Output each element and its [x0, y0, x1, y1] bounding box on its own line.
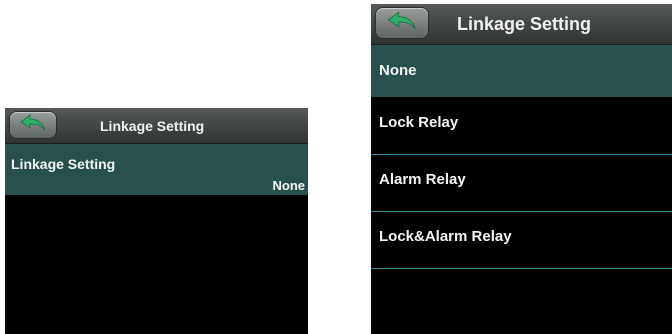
linkage-options-screen: Linkage Setting None Lock Relay Alarm Re…	[371, 4, 672, 334]
back-arrow-icon	[20, 113, 46, 137]
option-label: Lock Relay	[379, 114, 459, 131]
option-alarm-relay[interactable]: Alarm Relay	[371, 155, 672, 211]
option-label: None	[379, 62, 417, 79]
option-lock-alarm-relay[interactable]: Lock&Alarm Relay	[371, 212, 672, 268]
option-label: Lock&Alarm Relay	[379, 228, 512, 245]
option-none[interactable]: None	[371, 45, 672, 97]
setting-value: None	[272, 178, 306, 193]
header-title: Linkage Setting	[457, 13, 592, 34]
option-lock-relay[interactable]: Lock Relay	[371, 98, 672, 154]
option-label: Alarm Relay	[379, 171, 466, 188]
linkage-setting-row[interactable]: Linkage Setting None	[5, 144, 308, 195]
back-button[interactable]	[376, 8, 428, 38]
back-button[interactable]	[10, 112, 56, 138]
setting-label: Linkage Setting	[11, 156, 116, 172]
divider	[371, 268, 672, 269]
back-arrow-icon	[387, 10, 417, 36]
header-bar: Linkage Setting	[371, 4, 672, 45]
header-title: Linkage Setting	[100, 117, 205, 134]
header-bar: Linkage Setting	[5, 108, 308, 144]
linkage-setting-screen: Linkage Setting Linkage Setting None	[5, 108, 308, 334]
